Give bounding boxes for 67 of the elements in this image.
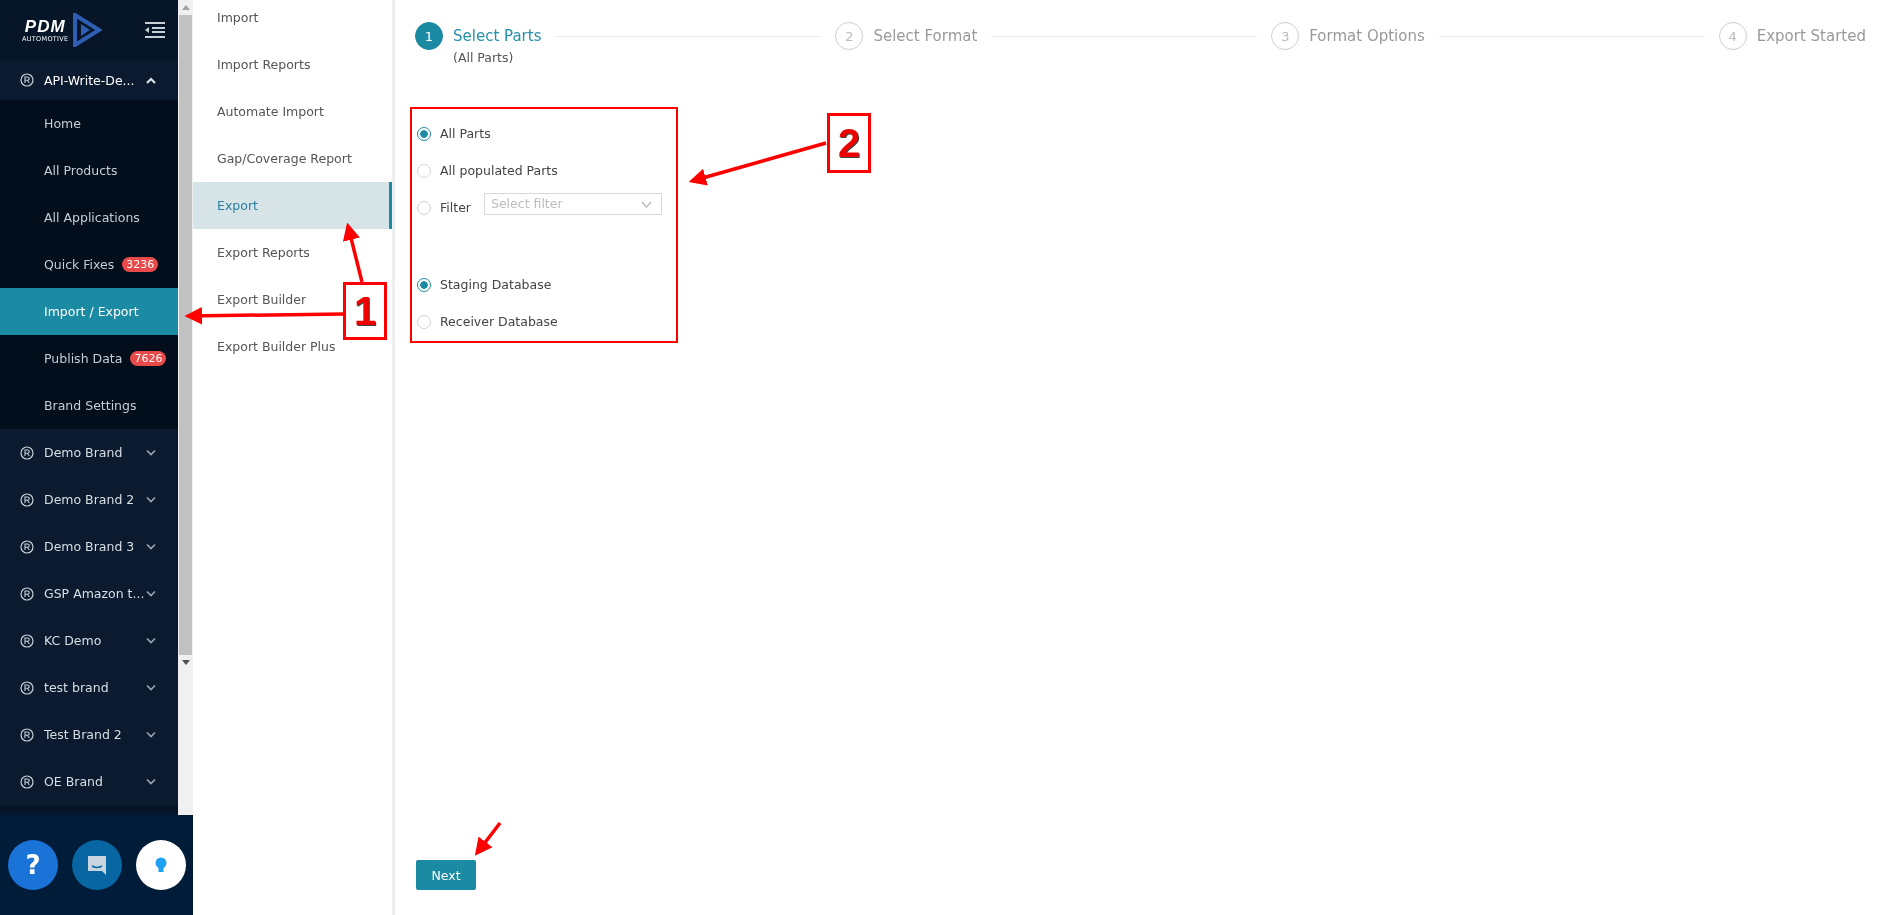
registered-icon: [20, 633, 34, 648]
registered-icon: [20, 774, 34, 789]
step-label: Format Options: [1309, 26, 1425, 47]
filter-dropdown[interactable]: Select filter: [483, 192, 662, 215]
lightbulb-icon: [154, 856, 168, 874]
option-label[interactable]: Filter: [440, 200, 471, 215]
idea-button[interactable]: [136, 840, 186, 890]
collapse-menu-icon[interactable]: [144, 21, 166, 39]
nav-item[interactable]: Quick Fixes 3236: [0, 241, 178, 288]
brand-item[interactable]: OE Brand: [0, 758, 178, 805]
option-label[interactable]: All populated Parts: [440, 163, 558, 178]
submenu-item[interactable]: Export Reports: [193, 229, 318, 276]
registered-icon: [20, 727, 34, 742]
nav-item[interactable]: Import / Export: [0, 288, 178, 335]
radio-button[interactable]: [417, 277, 431, 292]
brand-item[interactable]: GSP Amazon t...: [0, 570, 178, 617]
chat-button[interactable]: [72, 840, 122, 890]
registered-icon: [20, 539, 34, 554]
callout-number: 1: [343, 282, 387, 340]
registered-icon: [20, 73, 34, 87]
brand-item[interactable]: API-Write-De...: [0, 60, 178, 100]
scrollbar[interactable]: [178, 0, 193, 815]
help-button[interactable]: ?: [8, 840, 58, 890]
option-label[interactable]: Receiver Database: [440, 314, 558, 329]
radio-button[interactable]: [417, 126, 431, 141]
brand-item[interactable]: test brand: [0, 664, 178, 711]
brand-item[interactable]: Demo Brand: [0, 429, 178, 476]
submenu-item[interactable]: Export: [193, 182, 392, 229]
brand-item[interactable]: Demo Brand 2: [0, 476, 178, 523]
registered-icon: [20, 586, 34, 601]
nav-item[interactable]: Publish Data 7626: [0, 335, 178, 382]
nav-item[interactable]: Brand Settings: [0, 382, 178, 429]
registered-icon: [20, 680, 34, 695]
callout-arrow: [342, 222, 364, 283]
callout-arrow: [474, 821, 502, 856]
step-label: Select Format: [873, 26, 978, 47]
nav-item[interactable]: All Products: [0, 147, 178, 194]
registered-icon: [20, 492, 34, 507]
option-label[interactable]: Staging Database: [440, 277, 552, 292]
submenu-item[interactable]: Automate Import: [193, 88, 332, 135]
brand-item[interactable]: KC Demo: [0, 617, 178, 664]
nav-item[interactable]: Home: [0, 100, 178, 147]
step-number: 1: [415, 22, 443, 50]
count-badge: 7626: [130, 351, 167, 366]
chat-icon: [85, 853, 109, 877]
submenu-item[interactable]: Import Reports: [193, 41, 319, 88]
next-button[interactable]: Next: [416, 860, 476, 890]
submenu-item[interactable]: Gap/Coverage Report: [193, 135, 360, 182]
nav-item[interactable]: All Applications: [0, 194, 178, 241]
submenu-item[interactable]: Export Builder: [193, 276, 315, 323]
callout-number: 2: [827, 113, 871, 173]
scroll-down-icon[interactable]: [181, 660, 190, 665]
step-sublabel: (All Parts): [453, 50, 515, 65]
logo-text: PDM: [24, 17, 66, 35]
step-label: Export Started: [1756, 26, 1866, 47]
scrollbar-thumb[interactable]: [179, 15, 192, 655]
brand-item[interactable]: Test Brand 2: [0, 711, 178, 758]
scroll-up-icon[interactable]: [181, 5, 190, 10]
play-triangle-icon: [72, 13, 103, 47]
brand-item[interactable]: Demo Brand 3: [0, 523, 178, 570]
option-label[interactable]: All Parts: [440, 126, 491, 141]
submenu-item[interactable]: Import: [193, 0, 267, 41]
step-label: Select Parts: [453, 26, 542, 47]
count-badge: 3236: [122, 257, 159, 272]
chevron-down-icon: [640, 200, 652, 208]
submenu-item[interactable]: Export Builder Plus: [193, 323, 344, 370]
registered-icon: [20, 445, 34, 460]
